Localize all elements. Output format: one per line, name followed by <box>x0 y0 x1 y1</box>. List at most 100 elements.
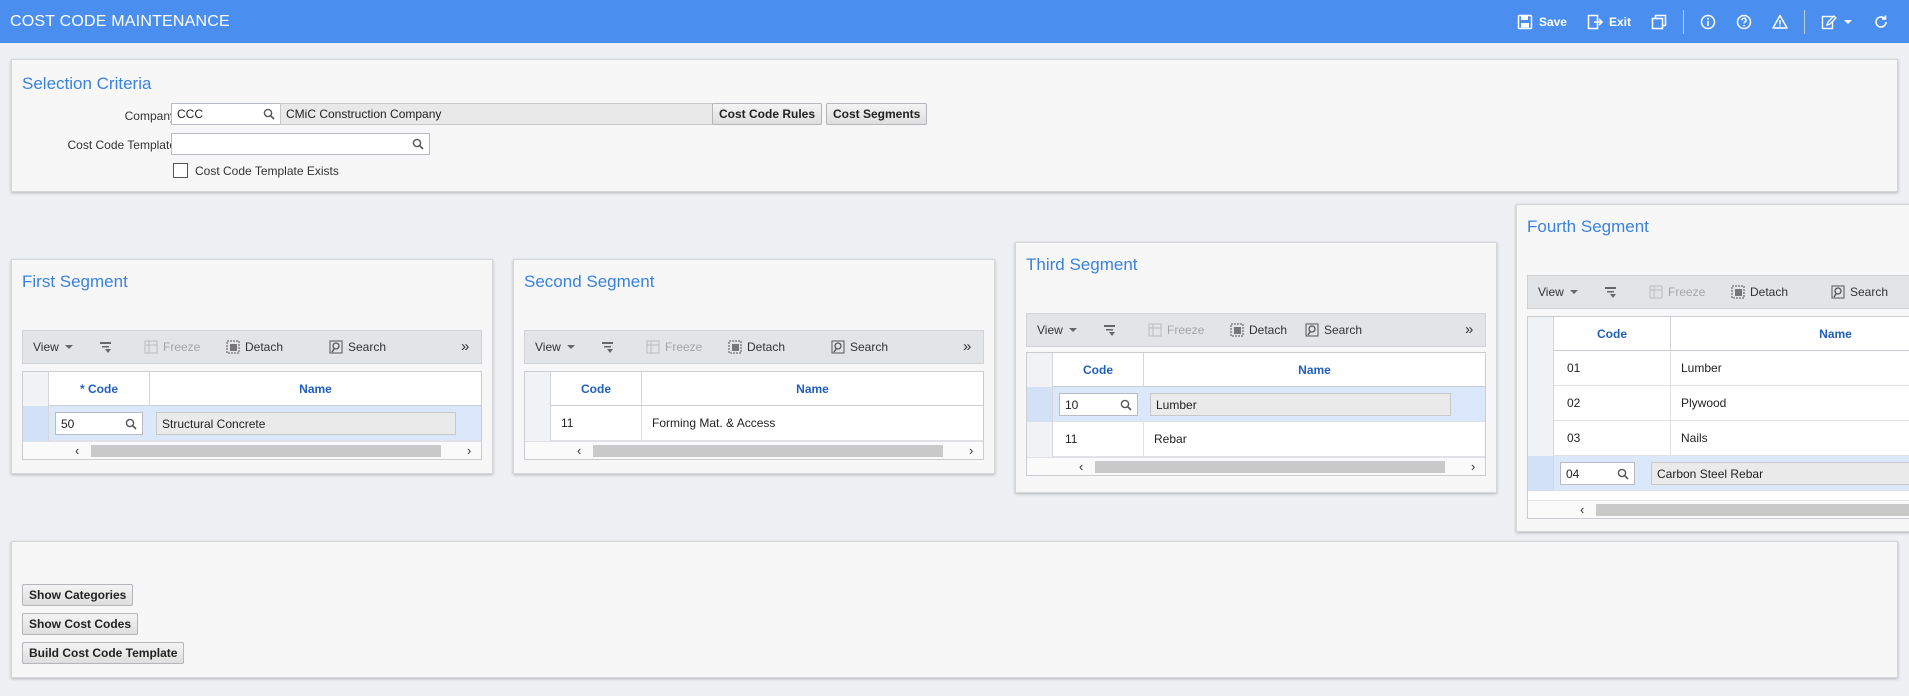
search-icon[interactable] <box>125 418 137 430</box>
search-button[interactable]: Search <box>1305 323 1362 337</box>
table-row[interactable]: 02 Plywood <box>1528 386 1909 421</box>
detach-button[interactable]: Detach <box>728 340 785 354</box>
scroll-left-icon[interactable]: ‹ <box>1580 502 1584 517</box>
scroll-left-icon[interactable]: ‹ <box>1079 459 1083 474</box>
show-categories-button[interactable]: Show Categories <box>22 584 134 606</box>
search-button[interactable]: Search <box>831 340 888 354</box>
row-selector[interactable] <box>525 406 551 441</box>
freeze-button[interactable]: Freeze <box>646 340 702 354</box>
build-cost-code-template-button[interactable]: Build Cost Code Template <box>22 642 185 664</box>
column-header-name[interactable]: Name <box>1144 353 1485 387</box>
row-selector[interactable] <box>23 406 49 441</box>
column-header-code[interactable]: Code <box>1554 317 1671 351</box>
format-button[interactable] <box>99 340 113 354</box>
scroll-thumb[interactable] <box>1596 504 1909 516</box>
search-icon <box>329 340 343 354</box>
template-exists-checkbox[interactable] <box>173 163 188 178</box>
search-icon[interactable] <box>263 108 275 120</box>
freeze-button[interactable]: Freeze <box>1649 285 1705 299</box>
cost-segments-button[interactable]: Cost Segments <box>826 103 928 125</box>
row-selector[interactable] <box>1528 456 1554 491</box>
row-selector[interactable] <box>1528 421 1554 456</box>
view-menu[interactable]: View <box>535 340 576 354</box>
view-menu[interactable]: View <box>1538 285 1579 299</box>
horizontal-scrollbar[interactable]: ‹ <box>1528 500 1909 518</box>
refresh-icon <box>1875 15 1887 28</box>
scroll-thumb[interactable] <box>91 445 441 457</box>
table-row[interactable]: 03 Nails <box>1528 421 1909 456</box>
company-input[interactable]: CCC <box>171 103 281 125</box>
column-header-code[interactable]: Code <box>551 372 642 406</box>
view-menu[interactable]: View <box>1037 323 1078 337</box>
search-button[interactable]: Search <box>1831 285 1888 299</box>
title-bar-actions: Save Exit <box>1509 0 1897 43</box>
scroll-right-icon[interactable]: › <box>467 443 471 458</box>
cost-code-rules-button[interactable]: Cost Code Rules <box>712 103 823 125</box>
search-icon[interactable] <box>412 138 424 150</box>
template-input[interactable] <box>171 133 430 155</box>
code-cell: 02 <box>1554 386 1671 421</box>
exit-button[interactable]: Exit <box>1579 0 1639 43</box>
horizontal-scrollbar[interactable]: ‹ › <box>525 441 983 459</box>
first-segment-grid: * Code Name 50 Structural Concrete ‹ › <box>22 371 482 460</box>
table-row[interactable]: 04 Carbon Steel Rebar <box>1528 456 1909 491</box>
column-header-name[interactable]: Name <box>1671 317 1909 351</box>
save-button[interactable]: Save <box>1509 0 1575 43</box>
name-cell: Plywood <box>1681 396 1727 410</box>
scroll-left-icon[interactable]: ‹ <box>75 443 79 458</box>
chevron-down-icon <box>1569 290 1578 294</box>
horizontal-scrollbar[interactable]: ‹ › <box>23 441 481 459</box>
table-row[interactable]: 10 Lumber <box>1027 387 1485 422</box>
detach-button[interactable]: Detach <box>1731 285 1788 299</box>
search-icon[interactable] <box>1617 468 1629 480</box>
overflow-chevron-icon[interactable]: » <box>963 338 971 355</box>
freeze-button[interactable]: Freeze <box>144 340 200 354</box>
edit-menu-button[interactable] <box>1813 0 1861 43</box>
refresh-button[interactable] <box>1865 0 1897 43</box>
code-input[interactable]: 50 <box>55 412 143 435</box>
search-button[interactable]: Search <box>329 340 386 354</box>
column-header-name[interactable]: Name <box>150 372 481 406</box>
row-selector[interactable] <box>1528 386 1554 421</box>
table-row[interactable]: 50 Structural Concrete <box>23 406 481 441</box>
detach-button[interactable]: Detach <box>226 340 283 354</box>
column-header-code[interactable]: Code <box>1053 353 1144 387</box>
freeze-button[interactable]: Freeze <box>1148 323 1204 337</box>
format-button[interactable] <box>601 340 615 354</box>
table-row[interactable]: 11 Rebar <box>1027 422 1485 457</box>
scroll-left-icon[interactable]: ‹ <box>577 443 581 458</box>
row-selector[interactable] <box>1528 351 1554 386</box>
column-header-code[interactable]: * Code <box>49 372 150 406</box>
code-cell: 03 <box>1554 421 1671 456</box>
detach-button[interactable]: Detach <box>1230 323 1287 337</box>
scroll-thumb[interactable] <box>593 445 943 457</box>
format-button[interactable] <box>1604 285 1618 299</box>
view-menu[interactable]: View <box>33 340 74 354</box>
scroll-thumb[interactable] <box>1095 461 1445 473</box>
copy-button[interactable] <box>1643 0 1675 43</box>
horizontal-scrollbar[interactable]: ‹ › <box>1027 457 1485 475</box>
scroll-right-icon[interactable]: › <box>969 443 973 458</box>
row-selector[interactable] <box>1027 422 1053 457</box>
table-row[interactable]: 01 Lumber <box>1528 351 1909 386</box>
overflow-chevron-icon[interactable]: » <box>461 338 469 355</box>
warning-icon <box>1772 14 1788 29</box>
info-button[interactable] <box>1692 0 1724 43</box>
code-input[interactable]: 04 <box>1560 462 1635 485</box>
help-button[interactable] <box>1728 0 1760 43</box>
third-segment-toolbar: View Freeze Detach Search » <box>1026 313 1486 347</box>
table-row[interactable]: 11 Forming Mat. & Access <box>525 406 983 441</box>
save-label: Save <box>1538 14 1567 29</box>
search-icon[interactable] <box>1120 399 1132 411</box>
warning-button[interactable] <box>1764 0 1796 43</box>
row-selector[interactable] <box>1027 387 1053 422</box>
chevron-down-icon <box>566 345 575 349</box>
show-cost-codes-button[interactable]: Show Cost Codes <box>22 613 139 635</box>
overflow-chevron-icon[interactable]: » <box>1465 321 1473 338</box>
format-button[interactable] <box>1103 323 1117 337</box>
freeze-icon <box>1148 323 1162 337</box>
code-input[interactable]: 10 <box>1059 393 1138 416</box>
scroll-right-icon[interactable]: › <box>1471 459 1475 474</box>
column-header-name[interactable]: Name <box>642 372 983 406</box>
name-field: Structural Concrete <box>156 412 456 435</box>
